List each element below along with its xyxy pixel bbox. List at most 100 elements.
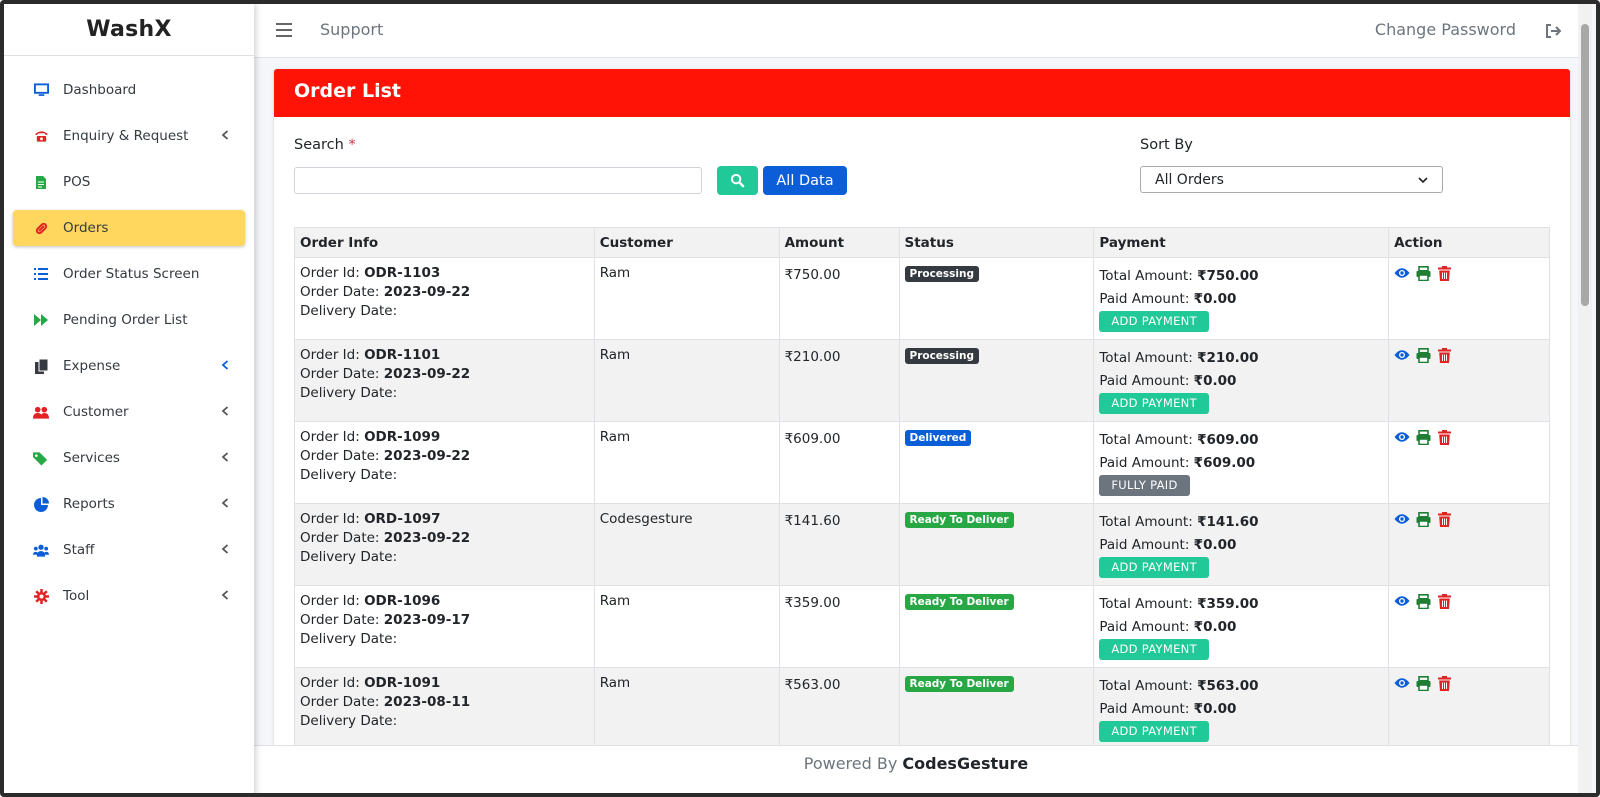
add-payment-button[interactable]: ADD PAYMENT bbox=[1099, 311, 1209, 332]
sidebar-item-services[interactable]: Services bbox=[13, 440, 245, 476]
sort-select[interactable]: All Orders bbox=[1140, 166, 1443, 193]
chevron-left-icon bbox=[219, 589, 231, 601]
amount-cell: ₹359.00 bbox=[778, 585, 900, 668]
change-password-link[interactable]: Change Password bbox=[1375, 20, 1516, 39]
sidebar-item-orders[interactable]: Orders bbox=[13, 210, 245, 246]
scrollbar-thumb[interactable] bbox=[1581, 24, 1589, 306]
search-input[interactable] bbox=[294, 167, 702, 194]
action-cell bbox=[1388, 503, 1550, 586]
sort-label: Sort By bbox=[1140, 137, 1193, 153]
document-icon bbox=[33, 174, 49, 190]
sidebar-item-pending-order-list[interactable]: Pending Order List bbox=[13, 302, 245, 338]
table-row[interactable]: Order Id: ODR-1099 Order Date: 2023-09-22… bbox=[294, 421, 1550, 504]
sidebar-item-tool[interactable]: Tool bbox=[13, 578, 245, 614]
print-icon[interactable] bbox=[1416, 348, 1432, 364]
trash-icon[interactable] bbox=[1438, 676, 1454, 692]
print-icon[interactable] bbox=[1416, 266, 1432, 282]
paid-amount: ₹0.00 bbox=[1193, 291, 1237, 307]
order-id: ODR-1101 bbox=[364, 347, 441, 363]
delivery-date-label: Delivery Date: bbox=[300, 631, 398, 647]
order-date: 2023-09-22 bbox=[383, 366, 471, 382]
sidebar-item-staff[interactable]: Staff bbox=[13, 532, 245, 568]
table-row[interactable]: Order Id: ODR-1101 Order Date: 2023-09-22… bbox=[294, 339, 1550, 422]
table-row[interactable]: Order Id: ODR-1096 Order Date: 2023-09-17… bbox=[294, 585, 1550, 668]
search-icon bbox=[730, 173, 745, 188]
brand-logo[interactable]: WashX bbox=[4, 4, 254, 56]
column-header-amount[interactable]: Amount bbox=[778, 227, 900, 258]
payment-cell: Total Amount: ₹359.00 Paid Amount: ₹0.00 A… bbox=[1093, 585, 1390, 668]
print-icon[interactable] bbox=[1416, 676, 1432, 692]
status-badge: Processing bbox=[904, 348, 980, 364]
chevron-down-icon bbox=[1418, 176, 1428, 183]
search-button[interactable] bbox=[717, 166, 758, 195]
trash-icon[interactable] bbox=[1438, 512, 1454, 528]
eye-icon[interactable] bbox=[1394, 594, 1410, 610]
page-scrollbar[interactable] bbox=[1578, 4, 1592, 793]
support-link[interactable]: Support bbox=[320, 20, 383, 39]
add-payment-button[interactable]: ADD PAYMENT bbox=[1099, 639, 1209, 660]
sidebar-item-order-status-screen[interactable]: Order Status Screen bbox=[13, 256, 245, 292]
app-window: WashX Dashboard Enquiry & Request POS Order… bbox=[0, 0, 1600, 797]
eye-icon[interactable] bbox=[1394, 266, 1410, 282]
order-id-label: Order Id: bbox=[300, 511, 360, 527]
add-payment-button[interactable]: ADD PAYMENT bbox=[1099, 721, 1209, 742]
table-row[interactable]: Order Id: ODR-1091 Order Date: 2023-08-11… bbox=[294, 667, 1550, 750]
order-date-label: Order Date: bbox=[300, 612, 380, 628]
column-header-payment[interactable]: Payment bbox=[1093, 227, 1390, 258]
table-row[interactable]: Order Id: ORD-1097 Order Date: 2023-09-22… bbox=[294, 503, 1550, 586]
monitor-icon bbox=[33, 82, 49, 98]
total-amount: ₹210.00 bbox=[1197, 350, 1259, 366]
sidebar: WashX Dashboard Enquiry & Request POS Order… bbox=[4, 4, 254, 793]
footer-brand[interactable]: CodesGesture bbox=[902, 754, 1028, 773]
order-date-label: Order Date: bbox=[300, 284, 380, 300]
sidebar-item-customer[interactable]: Customer bbox=[13, 394, 245, 430]
chevron-left-icon bbox=[219, 497, 231, 509]
column-header-order-info[interactable]: Order Info bbox=[294, 227, 595, 258]
sidebar-item-reports[interactable]: Reports bbox=[13, 486, 245, 522]
sidebar-item-enquiry-and-request[interactable]: Enquiry & Request bbox=[13, 118, 245, 154]
sidebar-item-expense[interactable]: Expense bbox=[13, 348, 245, 384]
eye-icon[interactable] bbox=[1394, 430, 1410, 446]
trash-icon[interactable] bbox=[1438, 266, 1454, 282]
print-icon[interactable] bbox=[1416, 512, 1432, 528]
sidebar-item-pos[interactable]: POS bbox=[13, 164, 245, 200]
add-payment-button[interactable]: ADD PAYMENT bbox=[1099, 557, 1209, 578]
print-icon[interactable] bbox=[1416, 594, 1432, 610]
cog-icon bbox=[33, 588, 49, 604]
column-header-action[interactable]: Action bbox=[1388, 227, 1550, 258]
trash-icon[interactable] bbox=[1438, 430, 1454, 446]
eye-icon[interactable] bbox=[1394, 348, 1410, 364]
status-cell: Processing bbox=[898, 339, 1095, 422]
trash-icon[interactable] bbox=[1438, 594, 1454, 610]
customer-cell: Ram bbox=[593, 257, 780, 340]
status-badge: Ready To Deliver bbox=[904, 512, 1014, 528]
amount-cell: ₹141.60 bbox=[778, 503, 900, 586]
paid-amount: ₹0.00 bbox=[1193, 373, 1237, 389]
column-header-status[interactable]: Status bbox=[898, 227, 1095, 258]
column-header-customer[interactable]: Customer bbox=[593, 227, 780, 258]
sidebar-item-label: POS bbox=[63, 174, 91, 190]
menu-toggle-icon[interactable] bbox=[276, 23, 292, 37]
table-row[interactable]: Order Id: ODR-1103 Order Date: 2023-09-22… bbox=[294, 257, 1550, 340]
chevron-left-icon bbox=[219, 543, 231, 555]
eye-icon[interactable] bbox=[1394, 512, 1410, 528]
total-amount-line: Total Amount: ₹750.00 bbox=[1099, 268, 1259, 284]
delivery-date-label: Delivery Date: bbox=[300, 713, 398, 729]
required-mark: * bbox=[348, 137, 356, 153]
trash-icon[interactable] bbox=[1438, 348, 1454, 364]
eye-icon[interactable] bbox=[1394, 676, 1410, 692]
print-icon[interactable] bbox=[1416, 430, 1432, 446]
add-payment-button[interactable]: ADD PAYMENT bbox=[1099, 393, 1209, 414]
paid-amount: ₹609.00 bbox=[1193, 455, 1256, 471]
status-cell: Ready To Deliver bbox=[898, 503, 1095, 586]
all-data-button[interactable]: All Data bbox=[763, 166, 847, 195]
sidebar-item-dashboard[interactable]: Dashboard bbox=[13, 72, 245, 108]
payment-cell: Total Amount: ₹750.00 Paid Amount: ₹0.00 A… bbox=[1093, 257, 1390, 340]
logout-icon[interactable] bbox=[1544, 22, 1562, 40]
paid-amount-line: Paid Amount: ₹0.00 bbox=[1099, 619, 1237, 635]
fully-paid-button[interactable]: FULLY PAID bbox=[1099, 475, 1190, 496]
amount-cell: ₹563.00 bbox=[778, 667, 900, 750]
users-icon bbox=[33, 404, 49, 420]
order-info-cell: Order Id: ORD-1097 Order Date: 2023-09-22… bbox=[294, 503, 595, 586]
copy-icon bbox=[33, 358, 49, 374]
